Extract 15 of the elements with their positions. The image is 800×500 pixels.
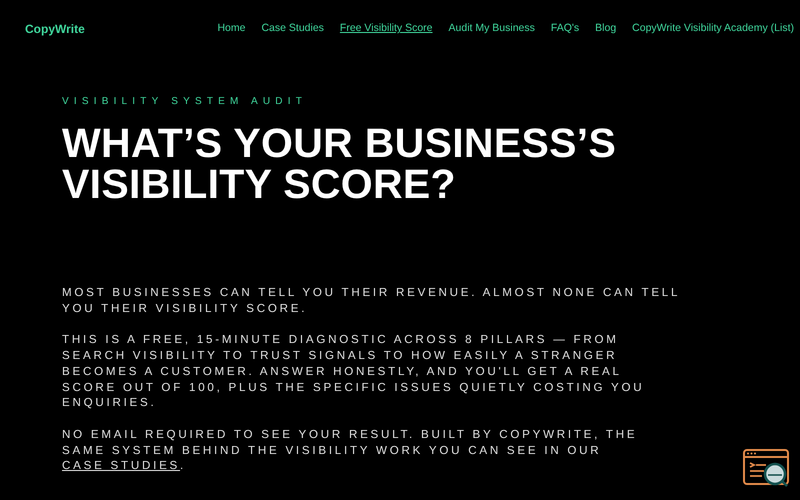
nav-link[interactable]: CopyWrite Visibility Academy (List)	[632, 21, 794, 37]
nav-link[interactable]: Case Studies	[261, 21, 324, 37]
nav-link[interactable]: Home	[217, 21, 246, 37]
brand-logo[interactable]: CopyWrite	[25, 20, 85, 38]
page-heading: WHAT’S YOUR BUSINESS’S VISIBILITY SCORE?	[62, 123, 618, 205]
paragraph: THIS IS A FREE, 15-MINUTE DIAGNOSTIC ACROSS 8 PILLARS — FROM SEARCH VISIBILITY TO TRUST SIGNALS TO HOW EASILY A STRANGER BECOMES A CUSTOMER. ANSWER HONESTLY, AND YOU'LL GET A REAL SCORE OUT OF 100, PLUS THE SPECIFIC ISSUES QUIETLY COSTING YOU ENQUIRIES.	[62, 332, 646, 411]
browser-search-icon[interactable]	[742, 448, 792, 488]
case-studies-link[interactable]: CASE STUDIES	[62, 459, 180, 472]
nav-link[interactable]: Audit My Business	[448, 21, 535, 37]
eyebrow-text: VISIBILITY SYSTEM AUDIT	[62, 95, 308, 109]
nav-link[interactable]: Free Visibility Score	[340, 21, 433, 37]
nav-link[interactable]: FAQ's	[550, 21, 580, 37]
paragraph: MOST BUSINESSES CAN TELL YOU THEIR REVENUE. ALMOST NONE CAN TELL YOU THEIR VISIBILITY SCORE.	[62, 285, 681, 316]
paragraph: NO EMAIL REQUIRED TO SEE YOUR RESULT. BUILT BY COPYWRITE, THE SAME SYSTEM BEHIND THE VISIBILITY WORK YOU CAN SEE IN OUR CASE STUDIES.	[62, 426, 638, 474]
nav-link[interactable]: Blog	[595, 21, 616, 37]
